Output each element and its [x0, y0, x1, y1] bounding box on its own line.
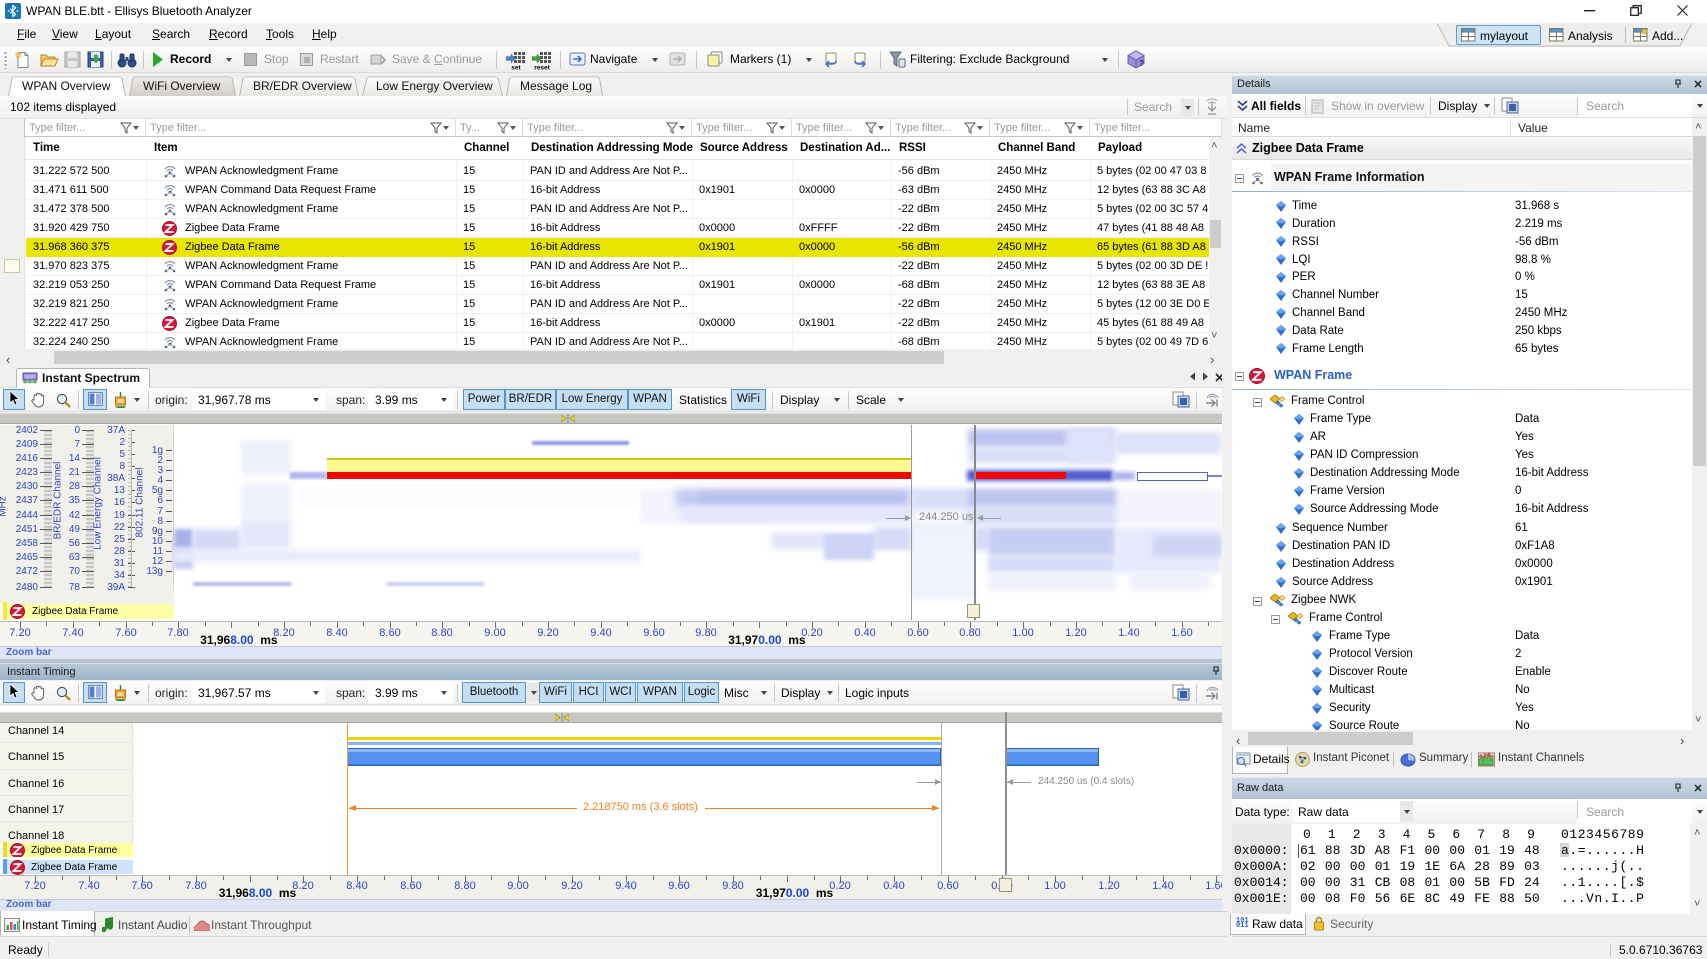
svg-text:reset: reset	[534, 65, 550, 71]
svg-text:?: ?	[1139, 59, 1144, 68]
svg-text:set: set	[511, 65, 521, 71]
